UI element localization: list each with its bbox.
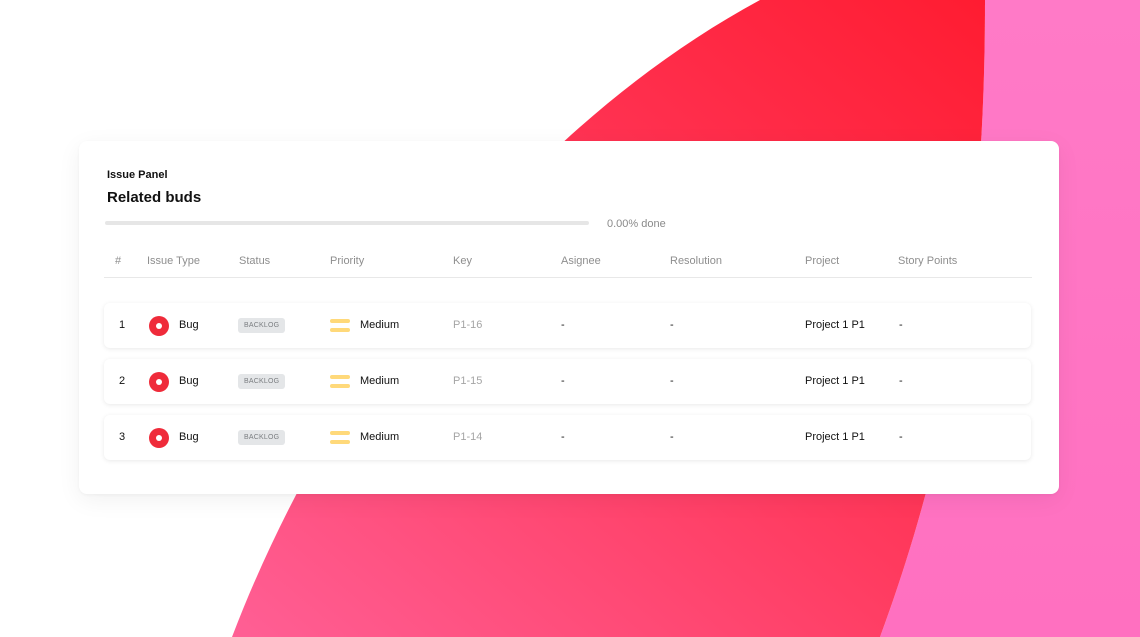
row-number: 2	[119, 375, 126, 387]
panel-title: Related buds	[107, 189, 202, 206]
story-points-value: -	[899, 319, 903, 331]
status-cell: BACKLOG	[238, 415, 286, 460]
panel-label: Issue Panel	[107, 169, 168, 181]
header-status[interactable]: Status	[239, 249, 270, 273]
issue-type-label: Bug	[179, 375, 199, 387]
header-project[interactable]: Project	[805, 249, 839, 273]
progress-text: 0.00% done	[607, 218, 666, 230]
priority-medium-icon	[330, 430, 350, 446]
header-number[interactable]: #	[115, 249, 121, 273]
progress-bar	[105, 221, 589, 225]
issue-list: 1 Bug BACKLOG Medium P1-16 - - Project 1…	[104, 303, 1031, 471]
issue-type-label: Bug	[179, 319, 199, 331]
table-row[interactable]: 1 Bug BACKLOG Medium P1-16 - - Project 1…	[104, 303, 1031, 348]
issue-type-cell: Bug	[149, 359, 199, 404]
project-value: Project 1 P1	[805, 431, 865, 443]
bug-icon	[149, 427, 169, 448]
row-number: 1	[119, 319, 126, 331]
status-badge[interactable]: BACKLOG	[238, 430, 286, 445]
header-key[interactable]: Key	[453, 249, 472, 273]
assignee-value: -	[561, 375, 565, 387]
resolution-value: -	[670, 375, 674, 387]
table-header: # Issue Type Status Priority Key Asignee…	[104, 249, 1032, 278]
assignee-value: -	[561, 319, 565, 331]
resolution-value: -	[670, 431, 674, 443]
issue-key[interactable]: P1-16	[453, 303, 482, 348]
priority-label: Medium	[360, 375, 400, 387]
priority-cell: Medium	[330, 415, 399, 460]
priority-medium-icon	[330, 374, 350, 390]
header-story-points[interactable]: Story Points	[898, 249, 957, 273]
story-points-value: -	[899, 431, 903, 443]
issue-type-cell: Bug	[149, 415, 199, 460]
status-cell: BACKLOG	[238, 359, 286, 404]
table-row[interactable]: 3 Bug BACKLOG Medium P1-14 - - Project 1…	[104, 415, 1031, 460]
header-assignee[interactable]: Asignee	[561, 249, 601, 273]
priority-label: Medium	[360, 319, 400, 331]
issue-key[interactable]: P1-15	[453, 359, 482, 404]
table-row[interactable]: 2 Bug BACKLOG Medium P1-15 - - Project 1…	[104, 359, 1031, 404]
priority-label: Medium	[360, 431, 400, 443]
project-value: Project 1 P1	[805, 375, 865, 387]
issue-type-cell: Bug	[149, 303, 199, 348]
resolution-value: -	[670, 319, 674, 331]
issue-type-label: Bug	[179, 431, 199, 443]
issue-panel: Issue Panel Related buds 0.00% done # Is…	[79, 141, 1059, 494]
header-resolution[interactable]: Resolution	[670, 249, 722, 273]
row-number: 3	[119, 431, 126, 443]
project-value: Project 1 P1	[805, 319, 865, 331]
bug-icon	[149, 371, 169, 392]
status-badge[interactable]: BACKLOG	[238, 374, 286, 389]
status-cell: BACKLOG	[238, 303, 286, 348]
priority-medium-icon	[330, 318, 350, 334]
issue-key[interactable]: P1-14	[453, 415, 482, 460]
bug-icon	[149, 315, 169, 336]
priority-cell: Medium	[330, 303, 399, 348]
assignee-value: -	[561, 431, 565, 443]
header-issue-type[interactable]: Issue Type	[147, 249, 200, 273]
header-priority[interactable]: Priority	[330, 249, 364, 273]
priority-cell: Medium	[330, 359, 399, 404]
status-badge[interactable]: BACKLOG	[238, 318, 286, 333]
story-points-value: -	[899, 375, 903, 387]
